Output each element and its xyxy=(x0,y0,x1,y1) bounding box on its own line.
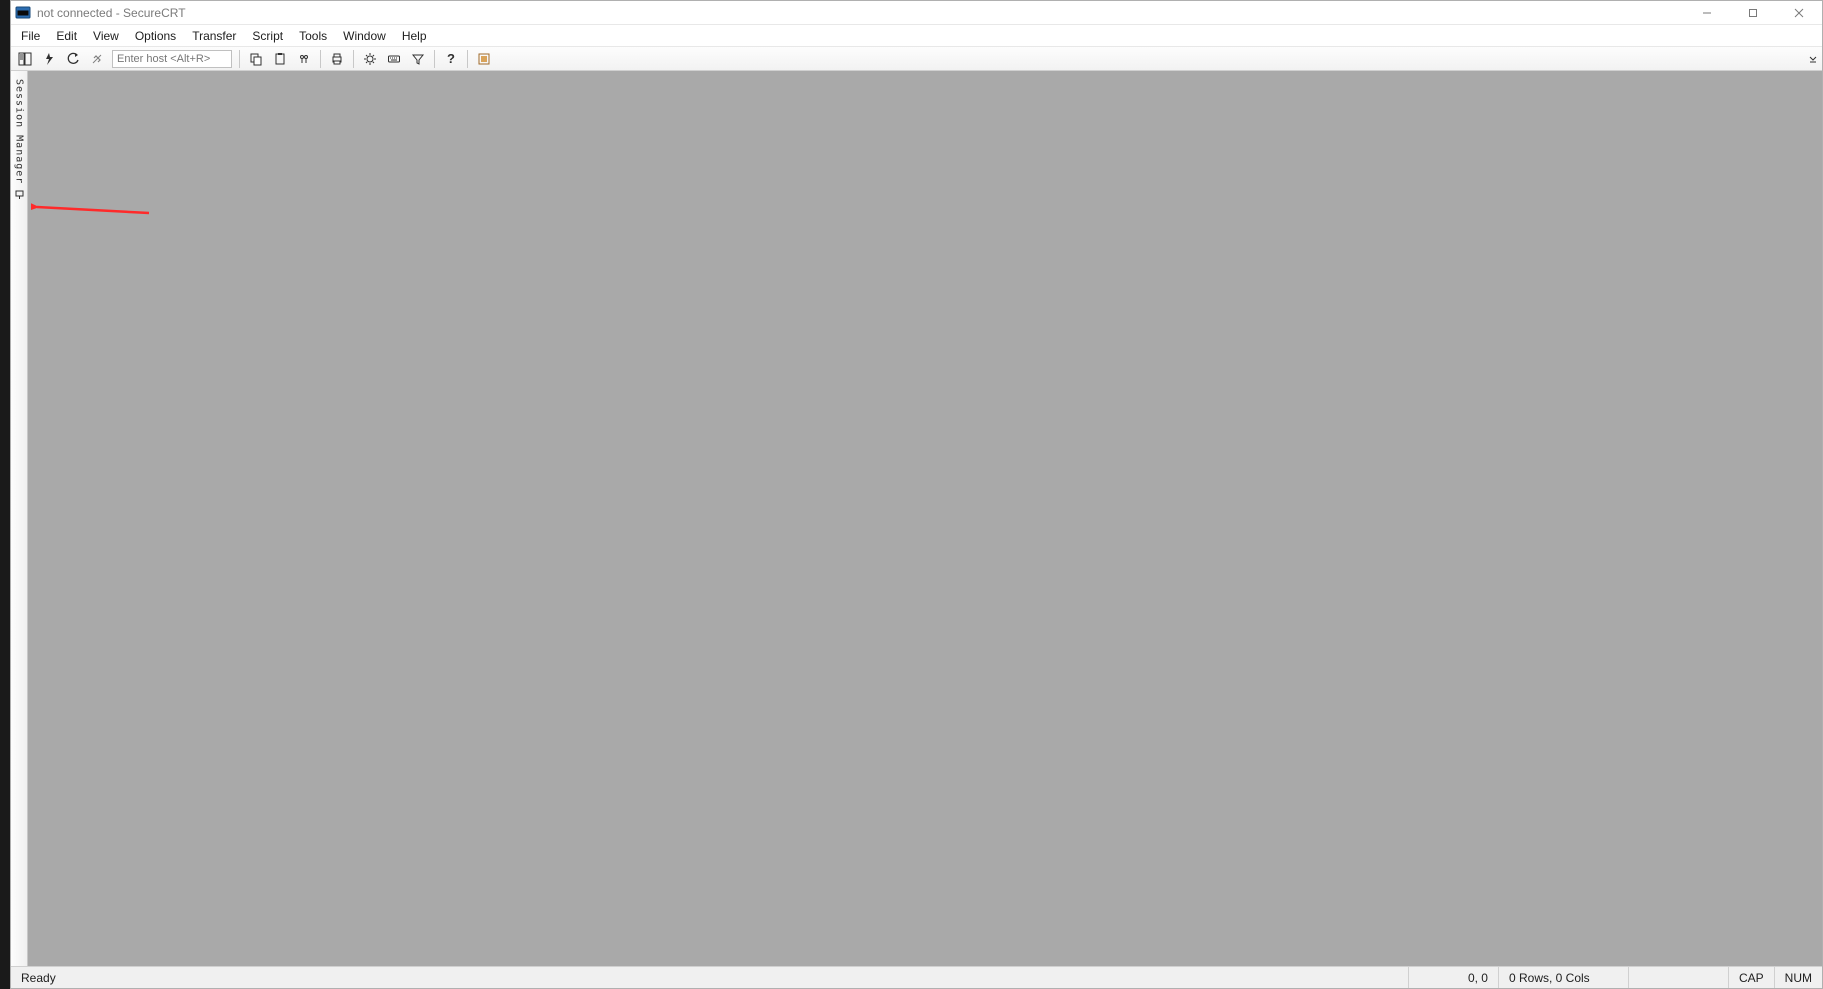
terminal-area[interactable] xyxy=(28,71,1822,966)
session-manager-tab-label: Session Manager xyxy=(14,79,25,184)
menu-options[interactable]: Options xyxy=(127,25,184,46)
toolbar-separator xyxy=(320,50,321,68)
securecrt-window: not connected - SecureCRT File Edit View… xyxy=(10,0,1823,989)
session-manager-tab[interactable]: Session Manager xyxy=(11,71,28,966)
disconnect-button[interactable] xyxy=(86,49,108,69)
session-manager-button[interactable] xyxy=(14,49,36,69)
toolbar-overflow-button[interactable] xyxy=(1806,49,1820,69)
status-num: NUM xyxy=(1774,967,1822,988)
menu-tools[interactable]: Tools xyxy=(291,25,335,46)
menu-view[interactable]: View xyxy=(85,25,127,46)
desktop-background-strip xyxy=(0,0,10,989)
menu-help[interactable]: Help xyxy=(394,25,435,46)
menu-script[interactable]: Script xyxy=(244,25,291,46)
status-caps: CAP xyxy=(1728,967,1774,988)
reconnect-button[interactable] xyxy=(62,49,84,69)
pin-icon xyxy=(15,190,24,202)
quick-connect-button[interactable] xyxy=(38,49,60,69)
toolbar-separator xyxy=(353,50,354,68)
find-button[interactable] xyxy=(293,49,315,69)
menu-file[interactable]: File xyxy=(13,25,48,46)
minimize-button[interactable] xyxy=(1684,1,1730,24)
host-input[interactable] xyxy=(112,50,232,68)
status-blank xyxy=(1628,967,1728,988)
menu-window[interactable]: Window xyxy=(335,25,394,46)
question-icon: ? xyxy=(447,51,455,66)
menubar: File Edit View Options Transfer Script T… xyxy=(11,25,1822,47)
work-area: Session Manager xyxy=(11,71,1822,966)
titlebar[interactable]: not connected - SecureCRT xyxy=(11,1,1822,25)
toolbar-separator xyxy=(467,50,468,68)
menu-transfer[interactable]: Transfer xyxy=(184,25,244,46)
app-icon xyxy=(15,5,31,21)
status-cursor: 0, 0 xyxy=(1408,967,1498,988)
close-button[interactable] xyxy=(1776,1,1822,24)
status-text: Ready xyxy=(11,967,66,988)
button-bar-toggle[interactable] xyxy=(473,49,495,69)
toolbar-separator xyxy=(434,50,435,68)
filter-button[interactable] xyxy=(407,49,429,69)
paste-button[interactable] xyxy=(269,49,291,69)
print-button[interactable] xyxy=(326,49,348,69)
toolbar-separator xyxy=(239,50,240,68)
toolbar: ? xyxy=(11,47,1822,71)
keyboard-button[interactable] xyxy=(383,49,405,69)
session-options-button[interactable] xyxy=(359,49,381,69)
copy-button[interactable] xyxy=(245,49,267,69)
window-controls xyxy=(1684,1,1822,24)
maximize-button[interactable] xyxy=(1730,1,1776,24)
window-title: not connected - SecureCRT xyxy=(37,6,186,20)
statusbar: Ready 0, 0 0 Rows, 0 Cols CAP NUM xyxy=(11,966,1822,988)
status-size: 0 Rows, 0 Cols xyxy=(1498,967,1628,988)
help-button[interactable]: ? xyxy=(440,49,462,69)
menu-edit[interactable]: Edit xyxy=(48,25,85,46)
